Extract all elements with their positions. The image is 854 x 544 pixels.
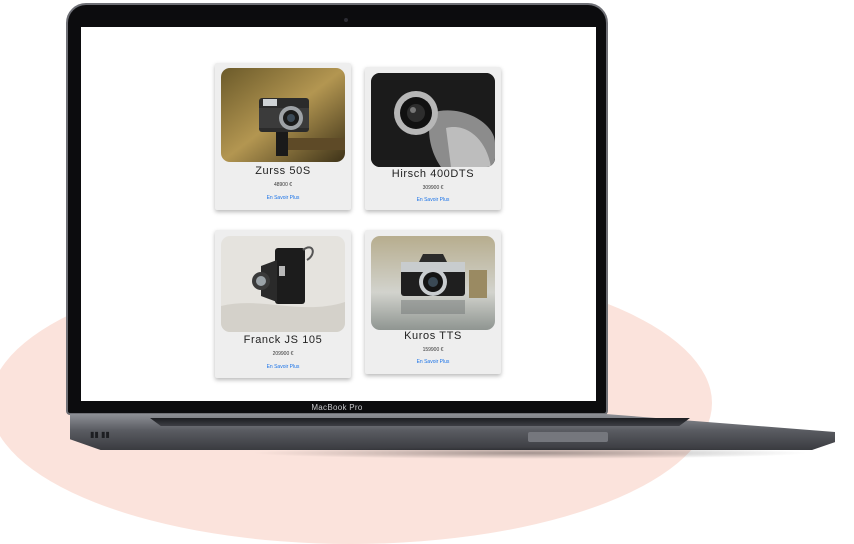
product-card: Franck JS 105 209900 € En Savoir Plus (215, 230, 351, 378)
product-card: Kuros TTS 159900 € En Savoir Plus (365, 230, 501, 374)
product-card: Zurss 50S 48900 € En Savoir Plus (215, 63, 351, 210)
product-price: 309900 € (422, 185, 444, 191)
usb-ports-icon: ▮▮ ▮▮ (90, 430, 110, 439)
laptop-shadow (250, 447, 810, 459)
learn-more-link[interactable]: En Savoir Plus (365, 359, 501, 365)
product-name: Kuros TTS (404, 330, 462, 342)
product-price: 159900 € (422, 347, 444, 353)
learn-more-link[interactable]: En Savoir Plus (365, 197, 501, 203)
vintage-camera-photo-icon (221, 68, 345, 162)
product-name: Zurss 50S (255, 165, 311, 177)
product-name: Hirsch 400DTS (391, 168, 475, 180)
product-card: Hirsch 400DTS 309900 € En Savoir Plus (365, 67, 501, 210)
product-price: 209900 € (272, 351, 294, 357)
trackpad-edge (528, 432, 608, 442)
product-name: Franck JS 105 (243, 334, 323, 346)
folding-camera-photo-icon (221, 236, 345, 332)
product-image (221, 236, 345, 332)
product-image (371, 73, 495, 167)
bw-camera-photo-icon (371, 73, 495, 167)
slr-camera-photo-icon (371, 236, 495, 330)
webcam (344, 18, 348, 22)
laptop-keyboard-deck (150, 418, 690, 426)
product-image (371, 236, 495, 330)
product-image (221, 68, 345, 162)
laptop-screen: Zurss 50S 48900 € En Savoir Plus Hirsch … (81, 27, 596, 401)
learn-more-link[interactable]: En Savoir Plus (215, 195, 351, 201)
product-price: 48900 € (273, 182, 293, 188)
device-brand-label: MacBook Pro (311, 403, 363, 412)
learn-more-link[interactable]: En Savoir Plus (215, 364, 351, 370)
